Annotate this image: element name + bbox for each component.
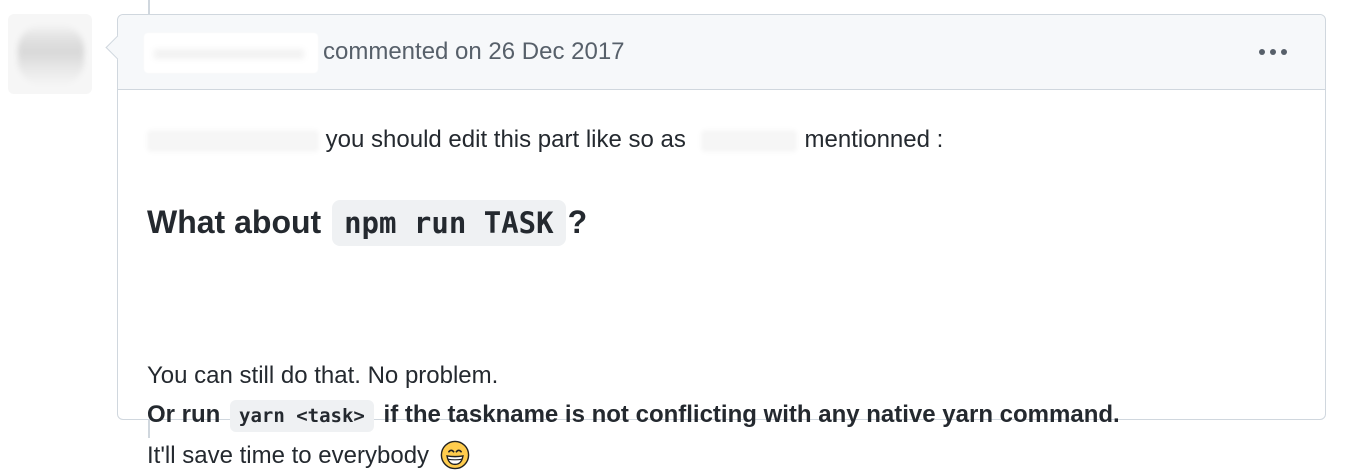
paragraph-line-2-prefix: Or run xyxy=(147,401,221,428)
heading-suffix: ? xyxy=(567,204,588,240)
paragraph-line-3-text: It'll save time to everybody xyxy=(147,442,430,469)
avatar[interactable] xyxy=(8,14,92,94)
kebab-horizontal-icon xyxy=(1259,49,1265,55)
heading-inline-code: npm run TASK xyxy=(332,200,566,246)
comment-header: commented on 26 Dec 2017 xyxy=(105,15,1325,90)
avatar-image-redacted xyxy=(18,24,84,86)
inline-code-yarn-task: yarn <task> xyxy=(230,400,374,432)
kebab-dot xyxy=(1281,49,1287,55)
paragraph-line-2-suffix: if the taskname is not conflicting with … xyxy=(383,401,1120,428)
paragraph-line-3: It'll save time to everybody xyxy=(147,436,1120,475)
user-mention-redacted[interactable] xyxy=(147,130,319,152)
mention-line-text: you should edit this part like so as xyxy=(325,126,686,153)
comment-timestamp[interactable]: commented on 26 Dec 2017 xyxy=(323,37,625,67)
grinning-face-emoji-icon xyxy=(440,440,470,469)
comment-paragraph: You can still do that. No problem. Or ru… xyxy=(147,356,1120,475)
mention-line: you should edit this part like so as men… xyxy=(147,124,944,156)
paragraph-line-1: You can still do that. No problem. xyxy=(147,362,499,389)
comment-options-button[interactable] xyxy=(1255,37,1291,67)
kebab-dot xyxy=(1270,49,1276,55)
heading-prefix: What about xyxy=(147,204,322,240)
author-name-redacted[interactable] xyxy=(144,33,318,73)
section-heading: What about npm run TASK? xyxy=(147,196,587,249)
comment-pointer-arrow xyxy=(105,35,130,60)
mention-line-text-end: mentionned : xyxy=(804,126,944,153)
comment-box: commented on 26 Dec 2017 you should edit… xyxy=(105,14,1326,469)
paragraph-line-2: Or run yarn <task> if the taskname is no… xyxy=(147,395,1120,436)
user-mention-redacted[interactable] xyxy=(701,130,797,152)
